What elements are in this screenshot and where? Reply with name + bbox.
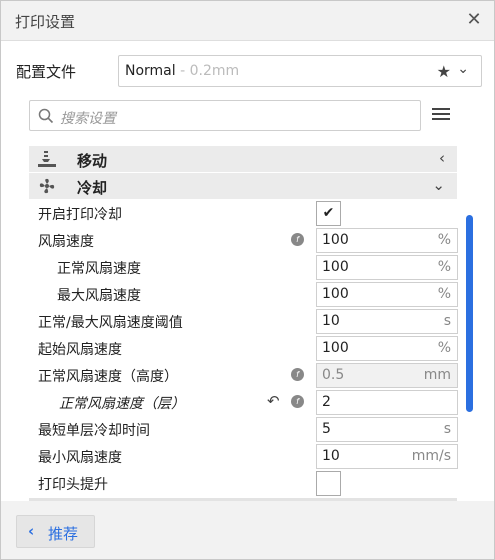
min-speed-input[interactable]: 10 mm/s <box>316 444 458 469</box>
setting-row-fan-speed: 风扇速度 f 100 % <box>29 227 461 254</box>
min-layer-time-input[interactable]: 5 s <box>316 417 458 442</box>
print-settings-window: 打印设置 ✕ 配置文件 Normal - 0.2mm ★ ⌄ 搜索设置 移动 ‹ <box>0 0 495 560</box>
fan-icon <box>39 178 55 194</box>
field-unit: mm <box>423 367 451 383</box>
star-icon[interactable]: ★ <box>437 62 451 81</box>
field-value: 100 <box>322 340 349 356</box>
field-value: 2 <box>322 394 331 410</box>
scrollbar[interactable] <box>466 215 473 412</box>
field-unit: s <box>443 421 451 437</box>
field-unit: % <box>437 232 451 248</box>
search-icon <box>38 108 54 124</box>
setting-row-fan-speed-height: 正常风扇速度（高度） f 0.5 mm <box>29 362 461 389</box>
profile-dropdown[interactable]: Normal - 0.2mm ★ ⌄ <box>118 55 482 87</box>
menu-icon[interactable] <box>432 105 450 123</box>
max-fan-speed-input[interactable]: 100 % <box>316 282 458 307</box>
chevron-left-icon: ‹ <box>28 522 35 540</box>
field-unit: s <box>443 313 451 329</box>
head-lift-checkbox[interactable] <box>316 471 341 496</box>
field-unit: mm/s <box>411 448 451 464</box>
window-title: 打印设置 <box>15 13 76 31</box>
setting-label: 风扇速度 <box>38 234 94 250</box>
field-unit: % <box>437 259 451 275</box>
profile-name: Normal - 0.2mm <box>125 63 240 79</box>
recommended-button[interactable]: ‹ 推荐 <box>16 515 95 548</box>
regular-fan-speed-input[interactable]: 100 % <box>316 255 458 280</box>
setting-row-min-speed: 最小风扇速度 10 mm/s <box>29 443 461 470</box>
setting-row-fan-threshold: 正常/最大风扇速度阈值 10 s <box>29 308 461 335</box>
category-label: 移动 <box>77 152 108 170</box>
setting-row-enable-cooling: 开启打印冷却 ✔ <box>29 200 461 227</box>
reset-icon[interactable]: ↶ <box>267 392 280 410</box>
fan-speed-height-input[interactable]: 0.5 mm <box>316 363 458 388</box>
chevron-down-icon[interactable]: ⌄ <box>432 176 445 194</box>
travel-icon <box>38 151 56 167</box>
fan-threshold-input[interactable]: 10 s <box>316 309 458 334</box>
category-label: 冷却 <box>77 179 108 197</box>
setting-row-initial-fan-speed: 起始风扇速度 100 % <box>29 335 461 362</box>
search-placeholder: 搜索设置 <box>60 111 116 127</box>
category-travel[interactable]: 移动 ‹ <box>29 146 457 172</box>
setting-label: 正常风扇速度（高度） <box>38 369 178 385</box>
profile-label: 配置文件 <box>16 63 77 81</box>
chevron-down-icon[interactable]: ⌄ <box>457 61 469 77</box>
initial-fan-speed-input[interactable]: 100 % <box>316 336 458 361</box>
field-value: 10 <box>322 448 340 464</box>
setting-label: 正常/最大风扇速度阈值 <box>38 315 183 331</box>
close-icon[interactable]: ✕ <box>464 10 484 30</box>
setting-label: 最小风扇速度 <box>38 450 122 466</box>
field-unit: % <box>437 340 451 356</box>
function-icon[interactable]: f <box>291 233 304 246</box>
chevron-left-icon[interactable]: ‹ <box>439 149 445 167</box>
profile-layer-height: - 0.2mm <box>175 63 240 79</box>
fan-speed-input[interactable]: 100 % <box>316 228 458 253</box>
setting-row-regular-fan-speed: 正常风扇速度 100 % <box>29 254 461 281</box>
title-bar: 打印设置 ✕ <box>1 1 494 41</box>
field-value: 100 <box>322 232 349 248</box>
category-cooling[interactable]: 冷却 ⌄ <box>29 173 457 199</box>
setting-label: 最大风扇速度 <box>57 288 141 304</box>
field-value: 5 <box>322 421 331 437</box>
setting-row-min-layer-time: 最短单层冷却时间 5 s <box>29 416 461 443</box>
field-value: 100 <box>322 259 349 275</box>
setting-label: 正常风扇速度（层） <box>59 396 185 412</box>
setting-label: 开启打印冷却 <box>38 207 122 223</box>
setting-label: 正常风扇速度 <box>57 261 141 277</box>
function-icon[interactable]: f <box>291 368 304 381</box>
function-icon[interactable]: f <box>291 395 304 408</box>
recommended-label: 推荐 <box>48 525 79 543</box>
setting-label: 起始风扇速度 <box>38 342 122 358</box>
enable-cooling-checkbox[interactable]: ✔ <box>316 201 341 226</box>
setting-label: 打印头提升 <box>38 477 108 493</box>
search-input[interactable]: 搜索设置 <box>29 100 421 131</box>
setting-label: 最短单层冷却时间 <box>38 423 150 439</box>
field-unit: % <box>437 286 451 302</box>
setting-row-head-lift: 打印头提升 <box>29 470 461 497</box>
setting-row-max-fan-speed: 最大风扇速度 100 % <box>29 281 461 308</box>
setting-row-fan-speed-layer: 正常风扇速度（层） ↶ f 2 <box>29 389 461 416</box>
field-value: 0.5 <box>322 367 345 383</box>
field-value: 10 <box>322 313 340 329</box>
fan-speed-layer-input[interactable]: 2 <box>316 390 458 415</box>
field-value: 100 <box>322 286 349 302</box>
